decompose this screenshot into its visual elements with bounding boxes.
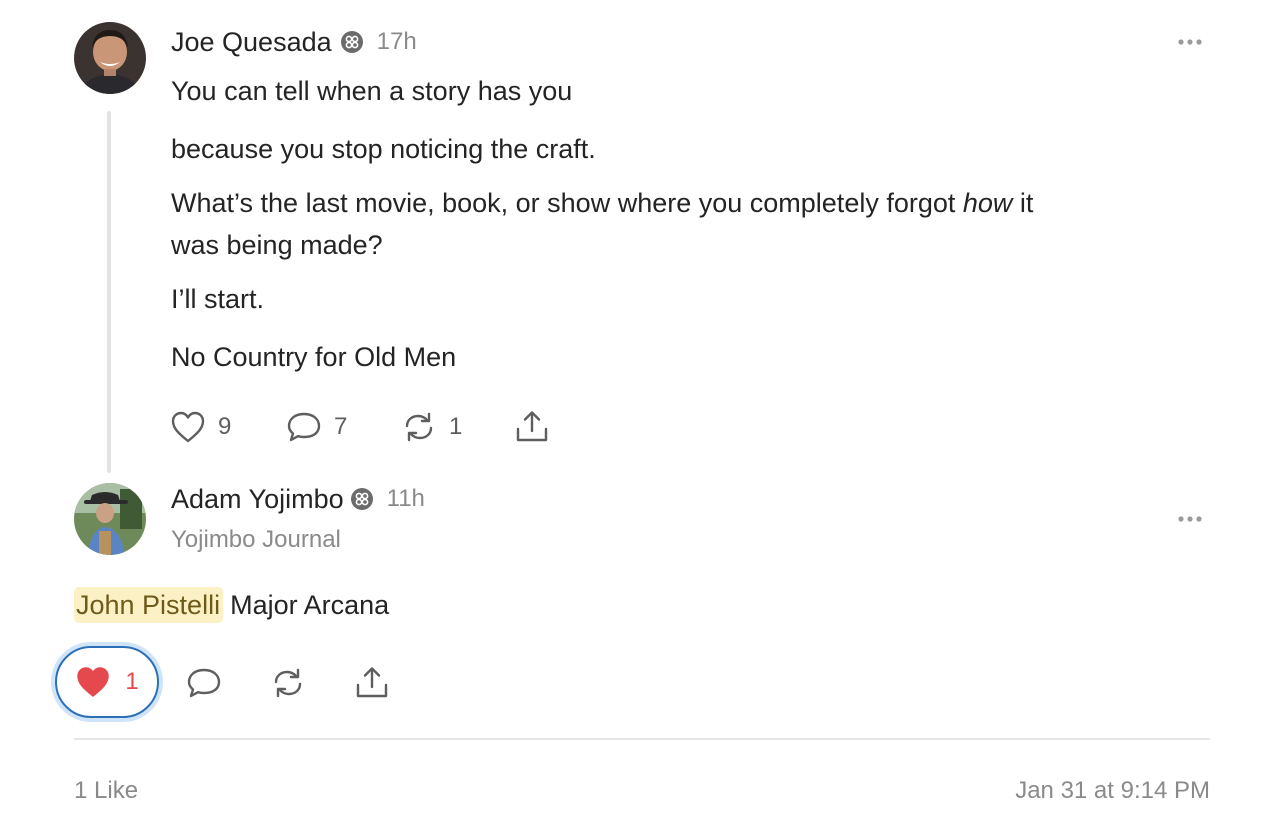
post-question: What’s the last movie, book, or show whe… <box>171 182 1033 224</box>
post-line: No Country for Old Men <box>171 342 457 372</box>
reply-repost-button[interactable] <box>270 663 306 703</box>
post-line: because you stop noticing the craft. <box>171 134 596 164</box>
likes-summary-link[interactable]: 1 Like <box>74 777 138 805</box>
reply-header: Adam Yojimbo 11h <box>171 481 425 517</box>
more-options-icon[interactable] <box>1177 515 1203 523</box>
comment-icon <box>287 412 321 442</box>
heart-icon <box>171 411 205 443</box>
post-line: I’ll start. <box>171 284 265 314</box>
badge-icon <box>340 31 363 53</box>
more-options-icon[interactable] <box>1177 38 1203 46</box>
reply-publication[interactable]: Yojimbo Journal <box>171 526 341 554</box>
divider <box>74 738 1210 740</box>
reply-text: Major Arcana <box>230 589 390 620</box>
share-icon <box>356 667 388 698</box>
repost-icon <box>274 668 302 698</box>
question-emphasis: how <box>962 188 1013 218</box>
repost-button[interactable]: 1 <box>401 407 462 447</box>
question-text: What’s the last movie, book, or show whe… <box>171 188 963 218</box>
post-question-line2: was being made? <box>171 230 383 260</box>
reply-comment-button[interactable] <box>186 663 222 703</box>
reply-body: John Pistelli Major Arcana <box>74 587 389 623</box>
reply-author-avatar[interactable] <box>74 483 146 555</box>
post-line: You can tell when a story has you <box>171 76 573 106</box>
share-icon <box>516 411 548 442</box>
post-timestamp: Jan 31 at 9:14 PM <box>1015 777 1210 804</box>
user-mention[interactable]: John Pistelli <box>74 587 224 623</box>
author-name[interactable]: Joe Quesada <box>171 27 332 58</box>
author-avatar[interactable] <box>74 22 146 94</box>
repost-icon <box>405 412 433 442</box>
reply-like-count: 1 <box>125 668 139 695</box>
badge-icon <box>350 488 373 510</box>
reply-button[interactable]: 7 <box>286 407 347 447</box>
reply-time[interactable]: 11h <box>387 485 425 513</box>
repost-count: 1 <box>449 413 463 440</box>
reply-count: 7 <box>334 413 348 440</box>
post-header: Joe Quesada 17h <box>171 24 417 60</box>
post-time[interactable]: 17h <box>377 28 417 56</box>
reply-author-name[interactable]: Adam Yojimbo <box>171 484 344 515</box>
share-button[interactable] <box>514 407 550 447</box>
reply-share-button[interactable] <box>354 663 390 703</box>
thread-view: Joe Quesada 17h You can tell when a stor… <box>0 0 1264 834</box>
question-text-end: it <box>1012 188 1034 218</box>
like-count: 9 <box>218 413 232 440</box>
liked-button[interactable]: 1 <box>55 646 159 718</box>
heart-filled-icon <box>77 667 110 697</box>
like-button[interactable]: 9 <box>170 407 231 447</box>
thread-connector-line <box>107 111 111 473</box>
comment-icon <box>187 668 221 698</box>
